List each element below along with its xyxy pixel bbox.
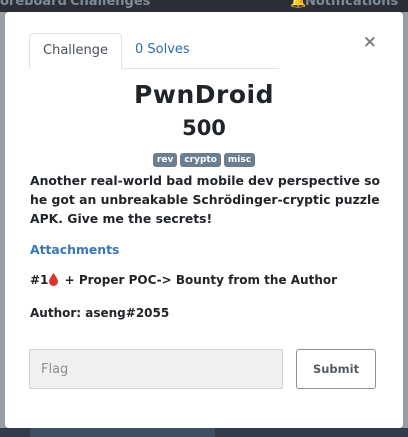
- bounty-note: #1 + Proper POC-> Bounty from the Author: [30, 273, 337, 287]
- background-content: [0, 428, 408, 437]
- nav-link-scoreboard: oreboard: [0, 0, 67, 9]
- tag-badge: rev: [152, 153, 178, 167]
- challenge-author: Author: aseng#2055: [30, 306, 170, 320]
- challenge-value: 500: [182, 116, 226, 140]
- blood-drop-icon: [49, 273, 59, 286]
- background-navbar: oreboard Challenges 🔔 Notifications: [0, 0, 408, 12]
- tab-solves[interactable]: 0 Solves: [122, 33, 203, 69]
- tag-badge: misc: [223, 153, 256, 167]
- challenge-tags: rev crypto misc: [5, 153, 403, 167]
- attachments-link[interactable]: Attachments: [30, 242, 119, 257]
- tag-badge: crypto: [180, 153, 221, 167]
- bounty-text: + Proper POC-> Bounty from the Author: [60, 273, 338, 287]
- submit-button[interactable]: Submit: [296, 349, 376, 389]
- bounty-prefix: #1: [30, 273, 49, 287]
- challenge-modal: × Challenge 0 Solves PwnDroid 500 rev cr…: [5, 12, 403, 428]
- challenge-name: PwnDroid: [134, 80, 274, 109]
- flag-input[interactable]: [29, 349, 283, 389]
- tab-challenge[interactable]: Challenge: [29, 33, 122, 69]
- close-button[interactable]: ×: [363, 32, 377, 52]
- nav-link-challenges: Challenges: [70, 0, 151, 9]
- bell-icon: 🔔: [290, 0, 307, 9]
- nav-link-notifications: Notifications: [305, 0, 399, 9]
- modal-tabs: Challenge 0 Solves: [29, 33, 279, 69]
- challenge-description: Another real-world bad mobile dev perspe…: [30, 173, 381, 226]
